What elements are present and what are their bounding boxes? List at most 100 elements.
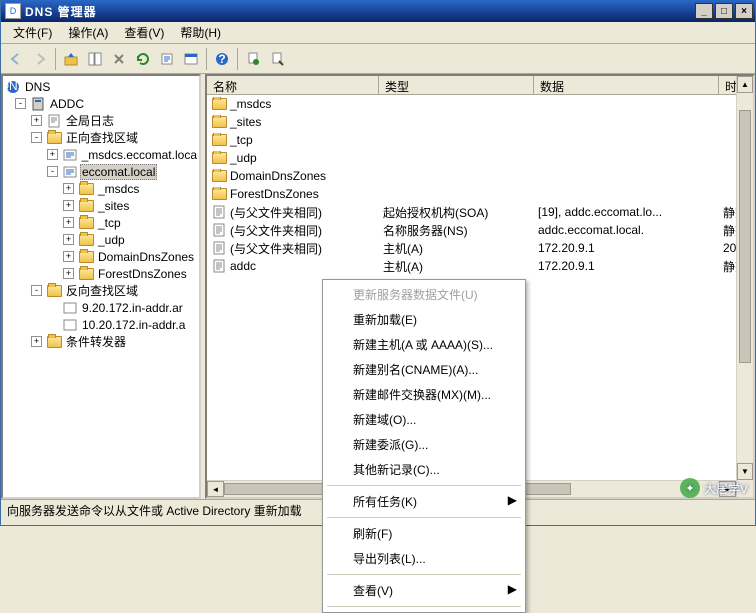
tree-zone-eccomat[interactable]: - eccomat.local (5, 163, 199, 180)
up-button[interactable] (60, 48, 82, 70)
svg-text:DNS: DNS (5, 79, 21, 93)
expand-icon[interactable]: + (63, 217, 74, 228)
tree-rev1[interactable]: 9.20.172.in-addr.ar (5, 299, 199, 316)
tree-label: 10.20.172.in-addr.a (80, 318, 187, 332)
ctx-new-delegate[interactable]: 新建委派(G)... (325, 432, 523, 457)
expand-icon[interactable]: + (63, 268, 74, 279)
tree-label: 反向查找区域 (64, 282, 140, 299)
ctx-view[interactable]: 查看(V)▶ (325, 578, 523, 603)
table-row[interactable]: (与父文件夹相同)主机(A)172.20.9.12019/2/5 6 (207, 239, 753, 257)
menu-file[interactable]: 文件(F) (5, 22, 60, 43)
wechat-icon: ✦ (680, 478, 700, 498)
ctx-all-tasks[interactable]: 所有任务(K)▶ (325, 489, 523, 514)
expand-icon[interactable]: + (63, 234, 74, 245)
ctx-new-alias[interactable]: 新建别名(CNAME)(A)... (325, 357, 523, 382)
expand-icon[interactable]: + (31, 115, 42, 126)
menu-action[interactable]: 操作(A) (60, 22, 116, 43)
run-button[interactable] (266, 48, 288, 70)
ctx-refresh[interactable]: 刷新(F) (325, 521, 523, 546)
cell-data: addc.eccomat.local. (534, 223, 719, 237)
help-button[interactable]: ? (211, 48, 233, 70)
cell-name: (与父文件夹相同) (230, 204, 322, 221)
cell-name: DomainDnsZones (230, 169, 326, 183)
tree-label: 正向查找区域 (64, 129, 140, 146)
expand-icon[interactable]: + (63, 200, 74, 211)
ctx-new-domain[interactable]: 新建域(O)... (325, 407, 523, 432)
ctx-other-record[interactable]: 其他新记录(C)... (325, 457, 523, 482)
cell-data: 172.20.9.1 (534, 259, 719, 273)
col-type[interactable]: 类型 (379, 76, 534, 94)
table-row[interactable]: _udp (207, 149, 753, 167)
menu-help[interactable]: 帮助(H) (172, 22, 229, 43)
record-icon (211, 223, 227, 237)
ctx-new-mx[interactable]: 新建邮件交换器(MX)(M)... (325, 382, 523, 407)
zone-icon (62, 165, 78, 179)
col-data[interactable]: 数据 (534, 76, 719, 94)
collapse-icon[interactable]: - (47, 166, 58, 177)
window-titlebar: D DNS 管理器 _ □ × (1, 0, 755, 22)
table-row[interactable]: ForestDnsZones (207, 185, 753, 203)
expand-icon[interactable]: + (63, 251, 74, 262)
submenu-arrow-icon: ▶ (508, 493, 517, 507)
folder-icon (211, 187, 227, 201)
tree-global-log[interactable]: + 全局日志 (5, 112, 199, 129)
tree-sub-domaindns[interactable]: +DomainDnsZones (5, 248, 199, 265)
table-row[interactable]: _tcp (207, 131, 753, 149)
filter-button[interactable] (242, 48, 264, 70)
collapse-icon[interactable]: - (15, 98, 26, 109)
folder-icon (78, 250, 94, 264)
vertical-scrollbar[interactable]: ▲▼ (736, 76, 753, 497)
ctx-reload[interactable]: 重新加载(E) (325, 307, 523, 332)
tree-sub-forestdns[interactable]: +ForestDnsZones (5, 265, 199, 282)
folder-icon (78, 182, 94, 196)
minimize-button[interactable]: _ (695, 3, 713, 19)
tree-sub-sites[interactable]: +_sites (5, 197, 199, 214)
close-button[interactable]: × (735, 3, 753, 19)
tree-reverse-zones[interactable]: - 反向查找区域 (5, 282, 199, 299)
table-row[interactable]: (与父文件夹相同)起始授权机构(SOA)[19], addc.eccomat.l… (207, 203, 753, 221)
submenu-arrow-icon: ▶ (508, 582, 517, 596)
cell-name: _msdcs (230, 97, 271, 111)
tree-forward-zones[interactable]: - 正向查找区域 (5, 129, 199, 146)
folder-icon (78, 216, 94, 230)
dns-icon: DNS (5, 80, 21, 94)
col-name[interactable]: 名称 (207, 76, 379, 94)
tree-zone-msdcs[interactable]: + _msdcs.eccomat.loca (5, 146, 199, 163)
tree-label: ADDC (48, 97, 86, 111)
tree-server-addc[interactable]: - ADDC (5, 95, 199, 112)
cell-name: addc (230, 259, 256, 273)
show-hide-button[interactable] (84, 48, 106, 70)
ctx-new-host[interactable]: 新建主机(A 或 AAAA)(S)... (325, 332, 523, 357)
tree-root-dns[interactable]: DNS DNS (5, 78, 199, 95)
export-button[interactable] (156, 48, 178, 70)
window-controls: _ □ × (695, 3, 753, 19)
cell-name: _sites (230, 115, 261, 129)
table-row[interactable]: DomainDnsZones (207, 167, 753, 185)
expand-icon[interactable]: + (47, 149, 58, 160)
cell-name: _tcp (230, 133, 253, 147)
tree-conditional-forwarders[interactable]: + 条件转发器 (5, 333, 199, 350)
tree-rev2[interactable]: 10.20.172.in-addr.a (5, 316, 199, 333)
tree-sub-msdcs[interactable]: +_msdcs (5, 180, 199, 197)
tree-sub-tcp[interactable]: + _tcp (5, 214, 199, 231)
collapse-icon[interactable]: - (31, 285, 42, 296)
ctx-separator (327, 574, 521, 575)
list-header: 名称 类型 数据 时间戳 (207, 76, 753, 95)
table-row[interactable]: _msdcs (207, 95, 753, 113)
tree-label: 条件转发器 (64, 333, 128, 350)
tree-sub-udp[interactable]: +_udp (5, 231, 199, 248)
table-row[interactable]: addc主机(A)172.20.9.1静态 (207, 257, 753, 275)
properties-button[interactable] (180, 48, 202, 70)
ctx-export-list[interactable]: 导出列表(L)... (325, 546, 523, 571)
menu-view[interactable]: 查看(V) (116, 22, 172, 43)
watermark: ✦ 大居学V (680, 478, 748, 498)
collapse-icon[interactable]: - (31, 132, 42, 143)
table-row[interactable]: (与父文件夹相同)名称服务器(NS)addc.eccomat.local.静态 (207, 221, 753, 239)
expand-icon[interactable]: + (63, 183, 74, 194)
folder-icon (46, 284, 62, 298)
maximize-button[interactable]: □ (715, 3, 733, 19)
tree-label: _tcp (96, 216, 123, 230)
table-row[interactable]: _sites (207, 113, 753, 131)
refresh-button[interactable] (132, 48, 154, 70)
expand-icon[interactable]: + (31, 336, 42, 347)
